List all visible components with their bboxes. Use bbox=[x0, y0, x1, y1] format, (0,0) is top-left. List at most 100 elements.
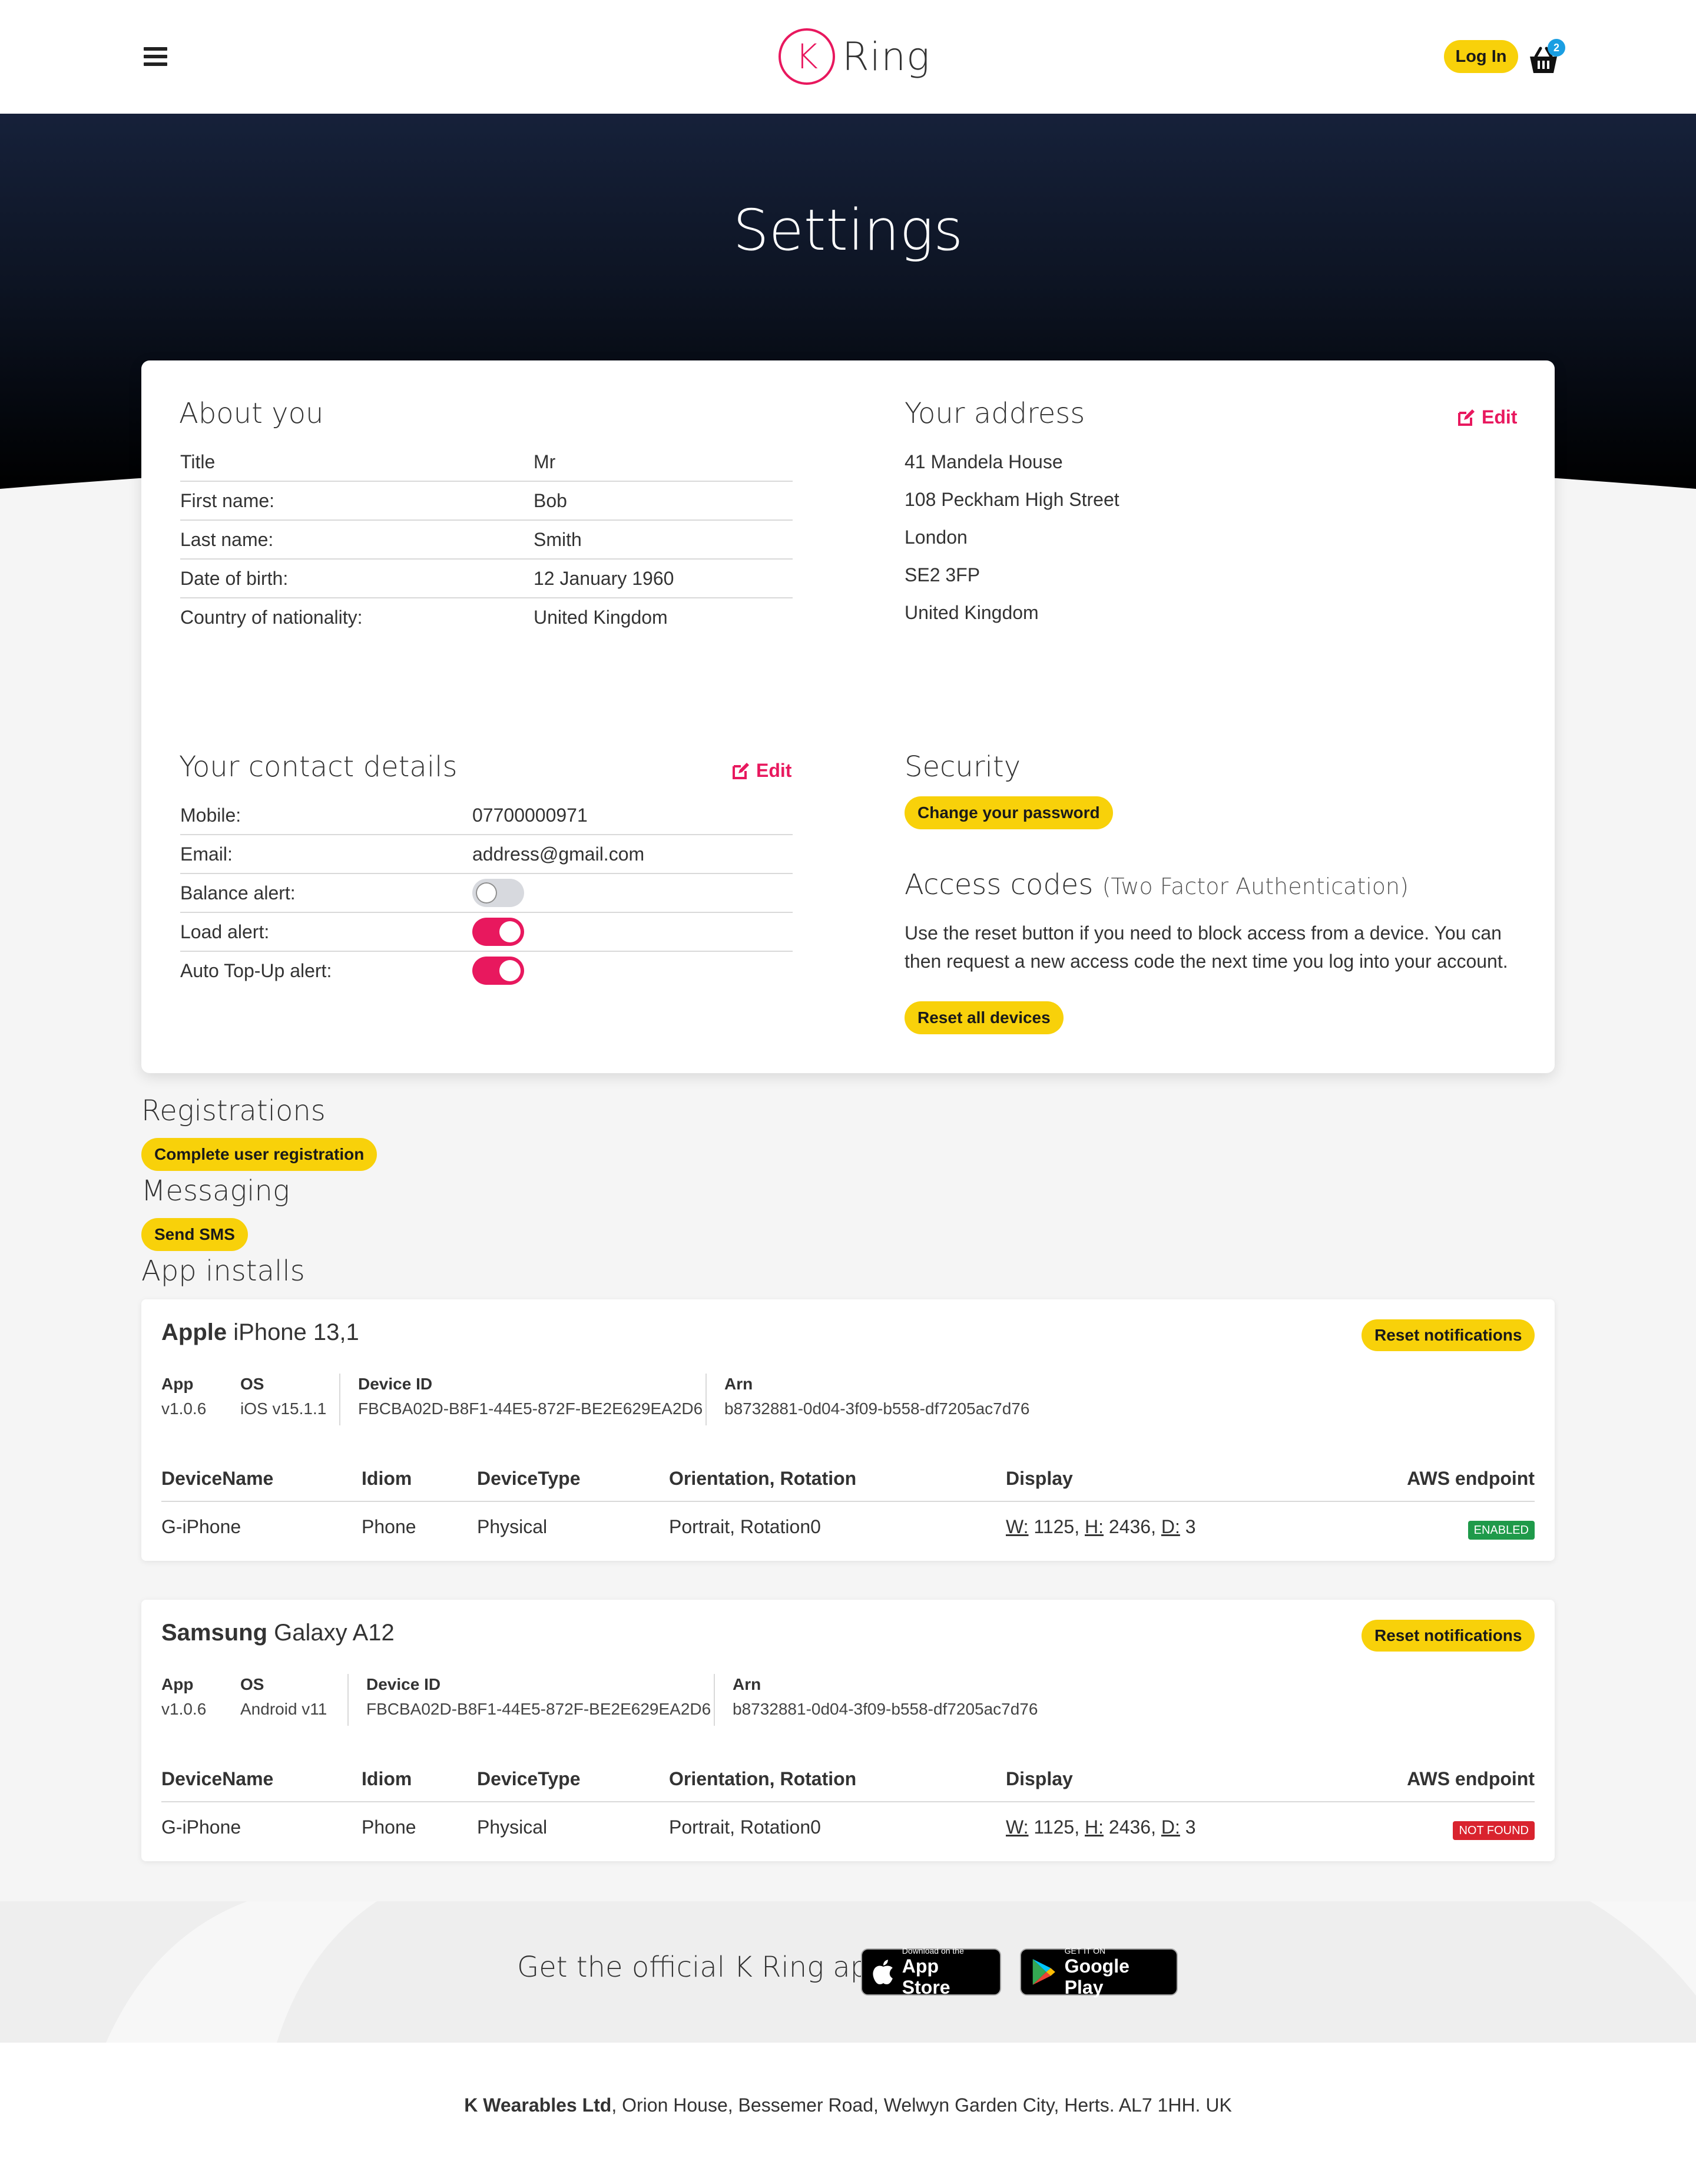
contact-row-auto-top-up-alert: Auto Top-Up alert: bbox=[180, 952, 793, 991]
send-sms-button[interactable]: Send SMS bbox=[141, 1218, 248, 1251]
auto-top-up-alert-toggle[interactable] bbox=[472, 957, 524, 985]
device-brand: Samsung bbox=[161, 1620, 268, 1646]
logo-mark: K bbox=[779, 28, 835, 85]
device-model: iPhone 13,1 bbox=[233, 1319, 359, 1345]
meta-arn: Arn b8732881-0d04-3f09-b558-df7205ac7d76 bbox=[733, 1675, 1038, 1719]
device-brand: Apple bbox=[161, 1319, 227, 1345]
meta-label: Device ID bbox=[358, 1375, 433, 1393]
registrations-heading: Registrations bbox=[141, 1094, 326, 1127]
column-header: DeviceName bbox=[161, 1768, 274, 1789]
about-row-dob: Date of birth: 12 January 1960 bbox=[180, 560, 793, 598]
meta-divider bbox=[714, 1674, 715, 1726]
device-title: Samsung Galaxy A12 bbox=[161, 1620, 395, 1646]
about-row-title: Title Mr bbox=[180, 443, 793, 482]
contact-details-heading: Your contact details bbox=[179, 750, 458, 783]
meta-value: iOS v15.1.1 bbox=[240, 1399, 327, 1418]
table-divider bbox=[161, 1501, 1535, 1502]
app-store-badge[interactable]: Download on the App Store bbox=[861, 1946, 1001, 1998]
google-play-badge[interactable]: GET IT ON Google Play bbox=[1020, 1946, 1178, 1998]
hamburger-menu-icon[interactable] bbox=[144, 47, 167, 66]
meta-value: v1.0.6 bbox=[161, 1399, 207, 1418]
footer-company-address: , Orion House, Bessemer Road, Welwyn Gar… bbox=[611, 2094, 1232, 2116]
access-codes-title: Access codes bbox=[905, 868, 1094, 901]
about-label: Last name: bbox=[180, 529, 274, 550]
meta-value: FBCBA02D-B8F1-44E5-872F-BE2E629EA2D6 bbox=[366, 1700, 711, 1718]
google-play-icon bbox=[1032, 1959, 1055, 1985]
display-d-value: 3 bbox=[1185, 1816, 1196, 1838]
access-codes-heading: Access codes (Two Factor Authentication) bbox=[905, 868, 1409, 901]
cell-idiom: Phone bbox=[362, 1516, 416, 1537]
meta-device-id: Device ID FBCBA02D-B8F1-44E5-872F-BE2E62… bbox=[358, 1375, 703, 1418]
meta-label: Arn bbox=[724, 1375, 753, 1393]
app-download-text: Get the official K Ring app bbox=[517, 1951, 886, 1984]
k-ring-logo[interactable]: K Ring bbox=[779, 27, 930, 86]
meta-app: App v1.0.6 bbox=[161, 1375, 206, 1418]
display-w-label: W: bbox=[1006, 1816, 1029, 1838]
meta-value: Android v11 bbox=[240, 1700, 327, 1718]
contact-value: address@gmail.com bbox=[472, 843, 645, 865]
basket-count-badge: 2 bbox=[1548, 39, 1565, 57]
load-alert-toggle[interactable] bbox=[472, 918, 524, 946]
contact-row-load-alert: Load alert: bbox=[180, 913, 793, 952]
meta-label: Device ID bbox=[366, 1675, 441, 1693]
basket-button[interactable]: 2 bbox=[1528, 39, 1565, 74]
column-header: Display bbox=[1006, 1468, 1073, 1489]
reset-notifications-button[interactable]: Reset notifications bbox=[1362, 1319, 1535, 1351]
display-h-label: H: bbox=[1085, 1516, 1104, 1537]
your-address-heading: Your address bbox=[905, 397, 1085, 430]
cell-display: W: 1125, H: 2436, D: 3 bbox=[1006, 1816, 1196, 1838]
column-header: Idiom bbox=[362, 1768, 412, 1789]
display-w-value: 1125, bbox=[1034, 1516, 1080, 1537]
settings-card: About you Title Mr First name: Bob Last … bbox=[141, 360, 1555, 1073]
meta-value: b8732881-0d04-3f09-b558-df7205ac7d76 bbox=[724, 1399, 1030, 1418]
access-codes-description: Use the reset button if you need to bloc… bbox=[905, 922, 1508, 972]
cell-idiom: Phone bbox=[362, 1816, 416, 1838]
meta-value: v1.0.6 bbox=[161, 1700, 207, 1718]
edit-contact-link[interactable]: Edit bbox=[731, 760, 791, 782]
display-w-value: 1125, bbox=[1034, 1816, 1080, 1838]
meta-arn: Arn b8732881-0d04-3f09-b558-df7205ac7d76 bbox=[724, 1375, 1029, 1418]
address-line: 41 Mandela House bbox=[905, 451, 1063, 472]
meta-divider bbox=[705, 1374, 707, 1425]
about-value: Bob bbox=[534, 490, 567, 511]
address-line: 108 Peckham High Street bbox=[905, 489, 1119, 510]
edit-icon bbox=[1458, 409, 1475, 426]
about-row-nationality: Country of nationality: United Kingdom bbox=[180, 598, 793, 637]
device-model: Galaxy A12 bbox=[274, 1620, 395, 1646]
footer-address: K Wearables Ltd, Orion House, Bessemer R… bbox=[0, 2094, 1696, 2116]
contact-row-balance-alert: Balance alert: bbox=[180, 874, 793, 913]
footer-company-name: K Wearables Ltd bbox=[464, 2094, 612, 2116]
edit-address-label: Edit bbox=[1482, 406, 1518, 428]
balance-alert-toggle[interactable] bbox=[472, 879, 524, 907]
complete-user-registration-button[interactable]: Complete user registration bbox=[141, 1138, 377, 1171]
about-value: Mr bbox=[534, 451, 556, 472]
app-download-banner: Get the official K Ring app Download on … bbox=[0, 1901, 1696, 2043]
reset-all-devices-button[interactable]: Reset all devices bbox=[905, 1001, 1064, 1034]
display-d-label: D: bbox=[1161, 1516, 1180, 1537]
edit-address-link[interactable]: Edit bbox=[1457, 406, 1517, 428]
cell-display: W: 1125, H: 2436, D: 3 bbox=[1006, 1516, 1196, 1538]
meta-label: Arn bbox=[733, 1675, 761, 1693]
app-store-small-text: Download on the bbox=[902, 1946, 964, 1955]
change-password-button[interactable]: Change your password bbox=[905, 796, 1113, 829]
column-header: DeviceName bbox=[161, 1468, 274, 1489]
table-divider bbox=[161, 1801, 1535, 1802]
column-header: AWS endpoint bbox=[1407, 1468, 1535, 1489]
log-in-button[interactable]: Log In bbox=[1444, 40, 1518, 73]
page-title: Settings bbox=[733, 197, 963, 263]
reset-notifications-button[interactable]: Reset notifications bbox=[1362, 1620, 1535, 1652]
apple-icon bbox=[873, 1960, 893, 1984]
meta-os: OS Android v11 bbox=[240, 1675, 327, 1719]
display-h-label: H: bbox=[1085, 1816, 1104, 1838]
meta-label: OS bbox=[240, 1675, 264, 1693]
messaging-heading: Messaging bbox=[141, 1174, 290, 1207]
meta-divider bbox=[339, 1374, 340, 1425]
edit-contact-label: Edit bbox=[756, 760, 792, 781]
about-label: Country of nationality: bbox=[180, 607, 363, 628]
about-label: Title bbox=[180, 451, 216, 472]
about-value: Smith bbox=[534, 529, 582, 550]
display-h-value: 2436, bbox=[1108, 1816, 1156, 1838]
about-you-heading: About you bbox=[179, 397, 324, 430]
contact-row-mobile: Mobile: 07700000971 bbox=[180, 796, 793, 835]
column-header: DeviceType bbox=[477, 1468, 581, 1489]
